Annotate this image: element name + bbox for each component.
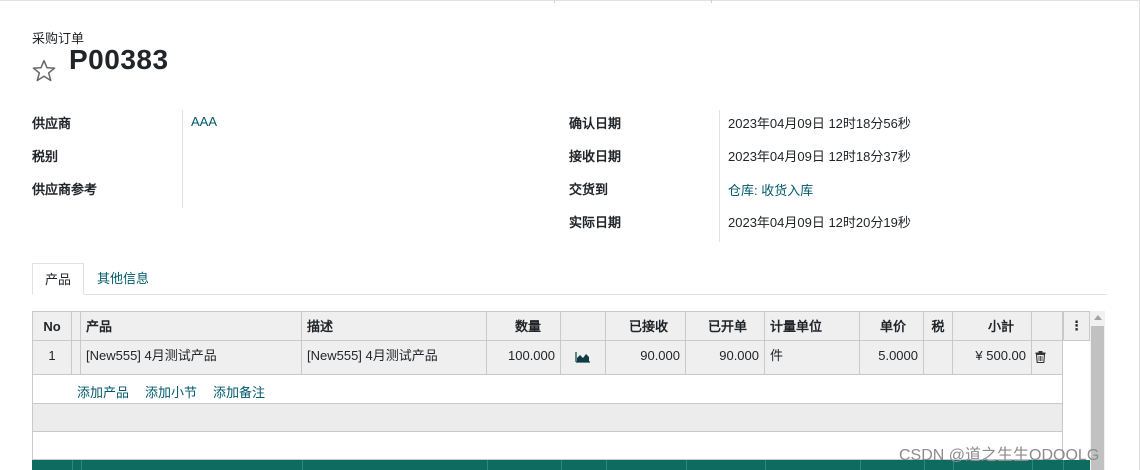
uom-cell[interactable]: 件 [765,341,860,375]
taxes-cell[interactable] [924,341,953,375]
footer-divider [765,460,766,470]
column-header-subtotal[interactable]: 小計 [953,311,1032,341]
top-tick [711,0,712,3]
add-section-link[interactable]: 添加小节 [145,382,197,401]
label-separator [182,110,183,208]
footer-divider [72,460,73,470]
effective-date-label: 实际日期 [569,215,622,230]
kebab-icon[interactable]: ⋮ [1063,311,1090,341]
vendor-reference-label: 供应商参考 [32,182,98,197]
footer-divider [487,460,488,470]
footer-divider [302,460,303,470]
deliver-to-field[interactable]: 仓库: 收货入库 [728,180,813,199]
window-top-border [0,0,1140,1]
column-header-quantity[interactable]: 数量 [487,311,561,341]
invoiced-qty-cell[interactable]: 90.000 [686,341,765,375]
unit-price-cell[interactable]: 5.0000 [860,341,924,375]
row-number: 1 [32,341,72,375]
watermark: CSDN @道之生生ODOOLG [899,447,1100,464]
column-header-forecast [561,311,606,341]
column-header-product[interactable]: 产品 [81,311,302,341]
footer-divider [860,460,861,470]
vendor-label: 供应商 [32,116,72,131]
received-qty-cell[interactable]: 90.000 [606,341,686,375]
footer-divider [561,460,562,470]
tab-other-info[interactable]: 其他信息 [85,263,161,295]
receipt-date-field[interactable]: 2023年04月09日 12时18分37秒 [728,146,911,165]
column-header-unit-price[interactable]: 单价 [860,311,924,341]
top-tick [554,0,555,3]
empty-row [32,404,1063,432]
column-header-uom[interactable]: 计量单位 [765,311,860,341]
add-product-link[interactable]: 添加产品 [77,382,129,401]
product-cell[interactable]: [New555] 4月测试产品 [81,341,302,375]
star-icon[interactable] [31,58,57,84]
tabs-underline [32,294,1107,295]
effective-date-field[interactable]: 2023年04月09日 12时20分19秒 [728,212,911,231]
scroll-up-arrow[interactable] [1094,315,1102,320]
footer-divider [686,460,687,470]
confirmation-date-label: 确认日期 [569,116,622,131]
page-title: P00383 [69,44,169,75]
handle-column-header [72,311,81,341]
add-note-link[interactable]: 添加备注 [213,382,265,401]
column-header-taxes[interactable]: 税 [924,311,953,341]
drag-handle[interactable] [72,341,81,375]
column-header-invoiced[interactable]: 已开单 [686,311,765,341]
footer-divider [81,460,82,470]
area-chart-icon[interactable] [575,351,591,363]
vendor-reference-field[interactable] [191,179,491,195]
quantity-cell[interactable]: 100.000 [487,341,561,375]
column-header-delete [1032,311,1063,341]
footer-divider [606,460,607,470]
confirmation-date-field[interactable]: 2023年04月09日 12时18分56秒 [728,113,911,132]
deliver-to-label: 交货到 [569,182,609,197]
tax-category-label: 税别 [32,149,59,164]
vendor-field[interactable]: AAA [191,114,217,129]
column-header-no[interactable]: No [32,311,72,341]
forecast-cell[interactable] [561,341,606,375]
description-cell[interactable]: [New555] 4月测试产品 [302,341,487,375]
trash-icon[interactable] [1035,350,1046,363]
tab-products[interactable]: 产品 [32,263,85,295]
subtotal-cell: ¥ 500.00 [953,341,1032,375]
label-separator [719,110,720,242]
tax-category-field[interactable] [191,146,491,162]
column-header-description[interactable]: 描述 [302,311,487,341]
column-header-received[interactable]: 已接收 [606,311,686,341]
receipt-date-label: 接收日期 [569,149,622,164]
delete-cell[interactable] [1032,341,1063,375]
